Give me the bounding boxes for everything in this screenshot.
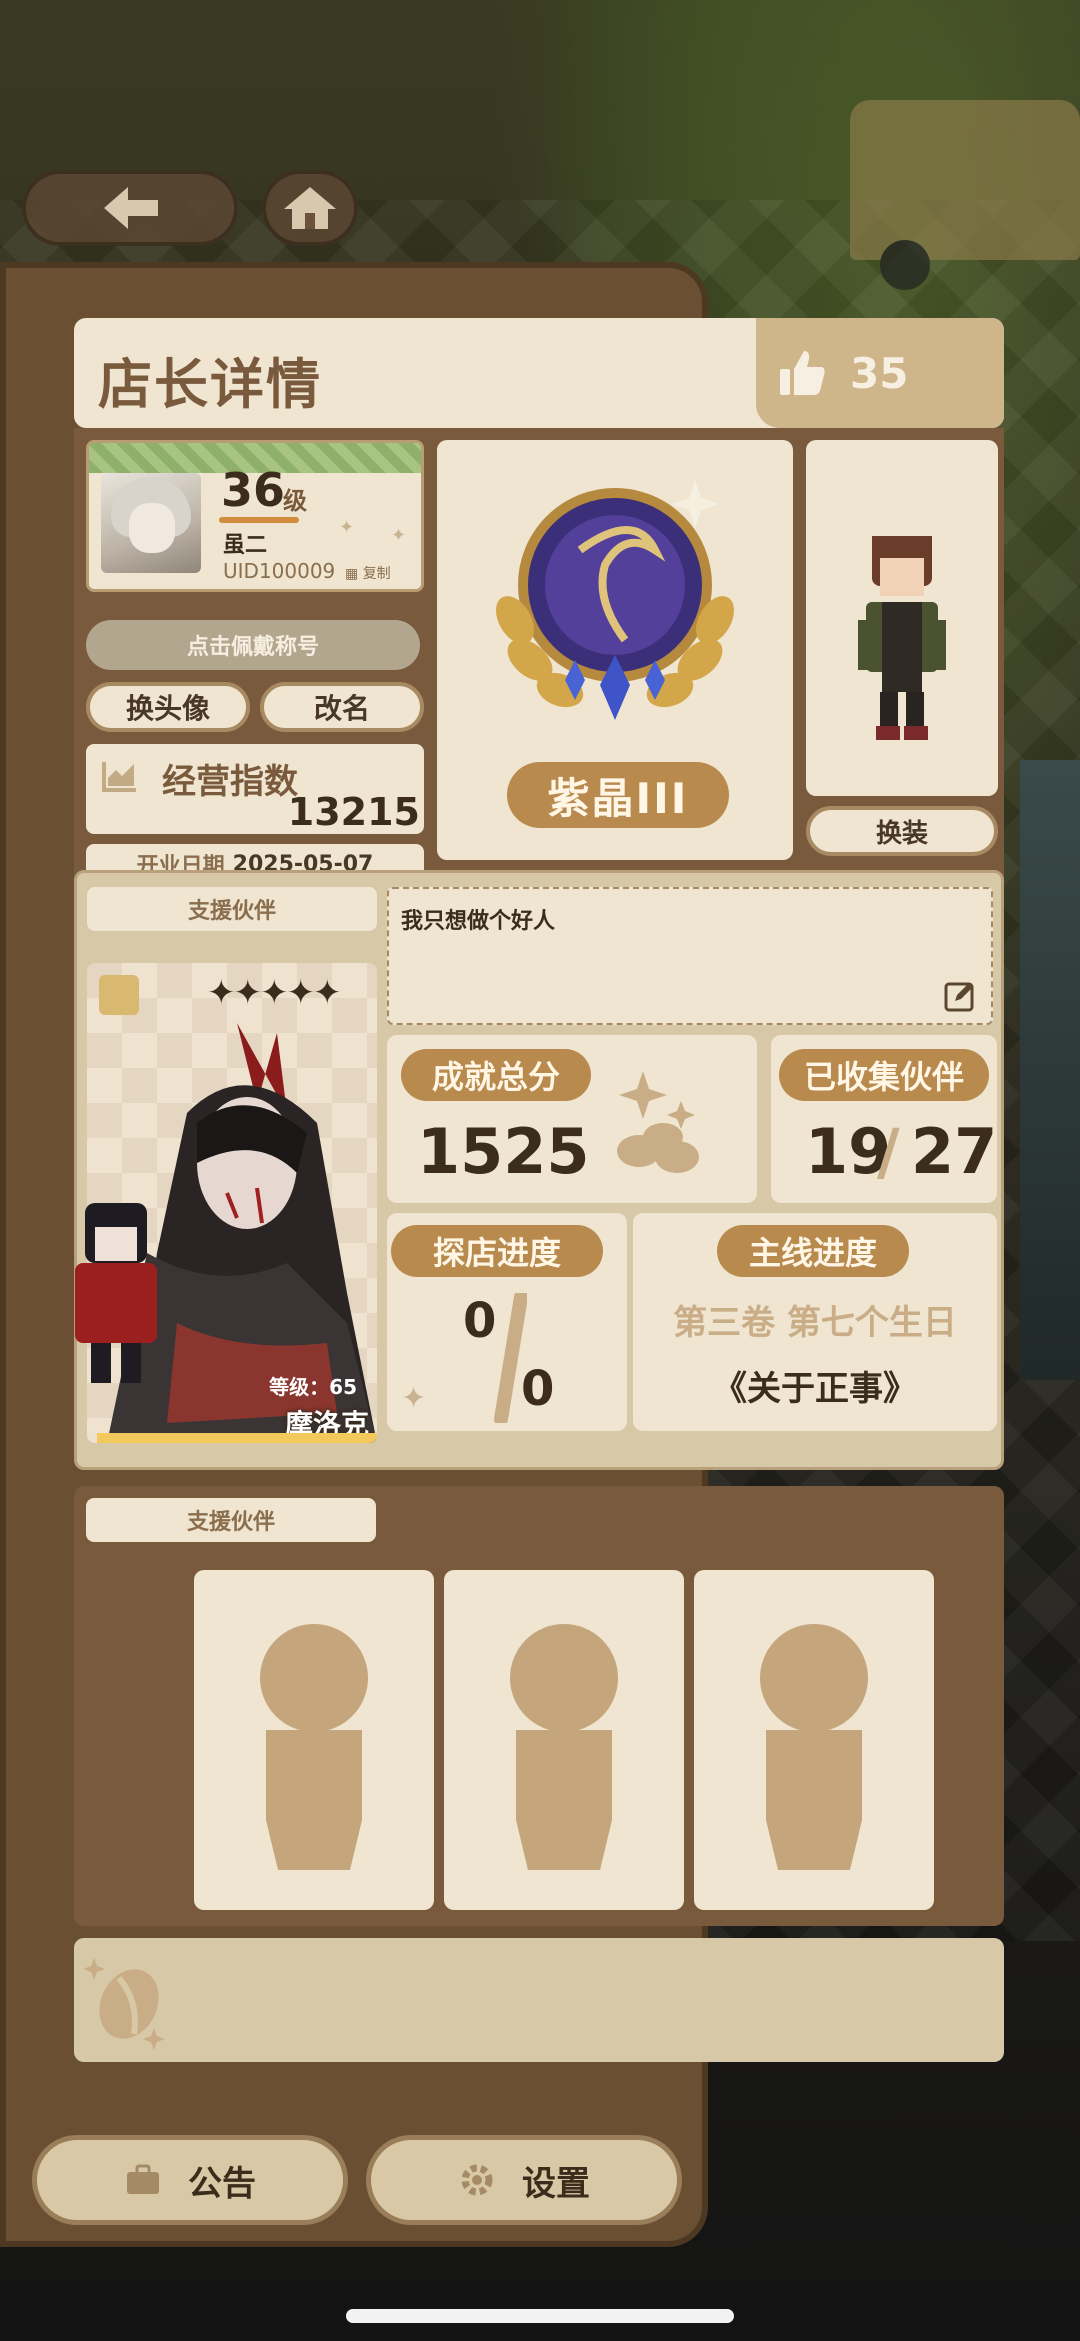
coffee-bean-icon: [617, 1071, 699, 1173]
thumbs-up-icon: [780, 351, 825, 395]
support-slot-3[interactable]: [694, 1570, 934, 1910]
achievement-score[interactable]: 成就总分 1525: [387, 1035, 757, 1203]
partner-exp-bar: [97, 1433, 377, 1443]
edit-icon[interactable]: [943, 979, 977, 1013]
support-slot-1[interactable]: [194, 1570, 434, 1910]
bean-icon: [84, 1958, 165, 2050]
support-slot-2[interactable]: [444, 1570, 684, 1910]
player-level: 36: [221, 463, 286, 517]
story-chapter: 第三卷 第七个生日: [673, 1303, 957, 1343]
empty-partner-silhouette-icon: [260, 1624, 368, 1870]
truck-decoration: [850, 100, 1080, 290]
level-bar: [219, 517, 299, 523]
support-slots-section: 支援伙伴: [74, 1486, 1004, 1926]
partner-level: 等级：65: [269, 1375, 357, 1399]
explore-total: 0: [521, 1361, 555, 1417]
info-column: 36 级 虽二 UID100009 ▦ 复制 ✦ ✦ 点击佩戴称号 换头像 改名…: [86, 440, 424, 884]
story-progress[interactable]: 主线进度 第三卷 第七个生日 《关于正事》: [633, 1213, 997, 1431]
business-index-label: 经营指数: [162, 762, 298, 802]
collected-slash: /: [877, 1115, 900, 1188]
level-unit: 级: [283, 487, 307, 515]
achievement-label: 成就总分: [401, 1049, 591, 1101]
story-label: 主线进度: [717, 1225, 909, 1277]
rank-panel: 紫晶III: [437, 440, 793, 860]
player-uid: UID100009: [223, 559, 336, 583]
shelf-decoration: [1020, 760, 1080, 1380]
home-button[interactable]: [262, 170, 358, 246]
chart-icon: [102, 762, 136, 792]
copy-uid-button[interactable]: ▦ 复制: [345, 563, 391, 583]
home-icon: [284, 187, 336, 229]
change-outfit-button[interactable]: 换装: [806, 806, 998, 856]
copy-label: 复制: [362, 566, 391, 582]
back-button[interactable]: [22, 170, 238, 246]
collected-label: 已收集伙伴: [779, 1049, 989, 1101]
like-button[interactable]: 35: [756, 318, 1004, 428]
sparkle-icon: ✦: [401, 1381, 427, 1416]
bottom-decoration-bar: [74, 1938, 1004, 2062]
settings-button[interactable]: 设置: [366, 2135, 682, 2225]
motto-text: 我只想做个好人: [401, 909, 556, 934]
business-index: 经营指数 13215: [86, 744, 424, 834]
explore-progress[interactable]: 探店进度 0 0 ✦: [387, 1213, 627, 1431]
profile-card: 36 级 虽二 UID100009 ▦ 复制 ✦ ✦: [86, 440, 424, 592]
shopkeeper-sprite: [858, 536, 946, 740]
achievement-value: 1525: [417, 1115, 590, 1188]
notice-label: 公告: [188, 2163, 256, 2204]
page-title: 店长详情: [98, 353, 322, 416]
amethyst-rank-badge: [496, 480, 734, 720]
motto-box[interactable]: 我只想做个好人: [387, 887, 993, 1025]
collected-total: 27: [911, 1115, 998, 1188]
collected-partners[interactable]: 已收集伙伴 19 / 27: [771, 1035, 997, 1203]
back-arrow-icon: [104, 187, 158, 229]
gear-icon: [461, 2164, 493, 2196]
change-avatar-button[interactable]: 换头像: [86, 682, 250, 732]
store-manager-detail-card: 店长详情 35 36 级 虽二 UID100009 ▦ 复制 ✦ ✦ 点击佩戴称…: [74, 318, 1004, 2063]
support-partner-tag: 支援伙伴: [87, 887, 377, 931]
partner-chibi-sprite: [75, 1203, 157, 1383]
wear-title-button[interactable]: 点击佩戴称号: [86, 620, 420, 670]
partner-stats-section: 支援伙伴 ✦✦✦✦✦ 等级：65 摩洛克 我只想做个好人 成就总分 1525 已…: [74, 870, 1004, 1470]
like-count: 35: [850, 348, 909, 398]
notice-button[interactable]: 公告: [32, 2135, 348, 2225]
player-name: 虽二: [223, 533, 268, 558]
character-preview[interactable]: [806, 440, 998, 796]
briefcase-icon: [127, 2164, 159, 2194]
sparkle-icon: ✦: [391, 525, 407, 546]
rank-name: 紫晶III: [507, 762, 729, 828]
explore-label: 探店进度: [391, 1225, 603, 1277]
header: 店长详情 35: [74, 318, 1004, 428]
support-slots-tag: 支援伙伴: [86, 1498, 376, 1542]
empty-partner-silhouette-icon: [510, 1624, 618, 1870]
avatar[interactable]: [101, 473, 201, 573]
business-index-value: 13215: [287, 790, 420, 834]
empty-partner-silhouette-icon: [760, 1624, 868, 1870]
story-title: 《关于正事》: [713, 1369, 917, 1409]
settings-label: 设置: [522, 2163, 590, 2204]
rename-button[interactable]: 改名: [260, 682, 424, 732]
home-indicator[interactable]: [346, 2309, 734, 2323]
sparkle-icon: ✦: [339, 517, 355, 538]
profile-actions: 换头像 改名: [86, 682, 424, 732]
